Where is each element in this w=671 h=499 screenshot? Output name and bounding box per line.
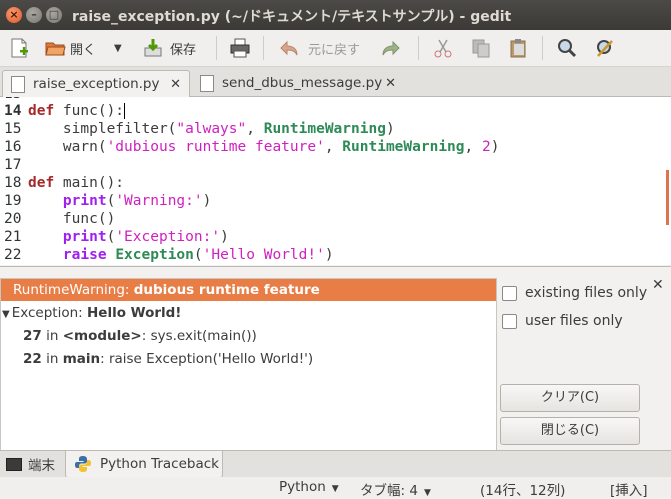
tab-label: send_dbus_message.py: [222, 75, 383, 91]
expander-triangle-icon[interactable]: ▼: [2, 309, 10, 320]
line-number: 17: [4, 157, 22, 173]
line-number: 21: [4, 229, 22, 245]
copy-button[interactable]: [470, 34, 492, 62]
chevron-down-icon: ▼: [331, 484, 339, 494]
line-number: 14: [4, 103, 22, 119]
line-number: 19: [4, 193, 22, 209]
code-line: 14 def func():: [0, 102, 126, 120]
tab-python-traceback[interactable]: Python Traceback: [65, 451, 223, 478]
line-number: 20: [4, 211, 22, 227]
warning-message: dubious runtime feature: [133, 282, 320, 298]
toolbar-separator: [418, 36, 419, 60]
window-maximize-button[interactable]: □: [46, 7, 62, 23]
scroll-position-marker[interactable]: [666, 170, 669, 225]
open-folder-icon: [45, 42, 66, 56]
user-files-only-checkbox[interactable]: user files only: [502, 313, 623, 329]
open-label: 開く: [70, 42, 97, 58]
bottom-panel-tabs: 端末 Python Traceback: [0, 450, 671, 478]
insert-mode: [挿入]: [610, 483, 648, 499]
checkbox-box[interactable]: [502, 285, 517, 301]
search-replace-button[interactable]: [594, 34, 616, 62]
toolbar-separator: [542, 36, 543, 60]
document-icon: [11, 75, 25, 93]
clipboard-icon: [510, 39, 526, 58]
close-panel-button[interactable]: 閉じる(C): [500, 417, 640, 445]
scissors-icon: [434, 39, 452, 58]
warning-type: RuntimeWarning:: [13, 282, 134, 298]
cut-button[interactable]: [432, 34, 454, 62]
traceback-list[interactable]: RuntimeWarning: dubious runtime feature …: [0, 278, 497, 452]
line-number: 16: [4, 139, 22, 155]
list-item-warning[interactable]: RuntimeWarning: dubious runtime feature: [1, 279, 496, 301]
code-editor[interactable]: 13 14def func(): 15 simplefilter("always…: [0, 97, 671, 265]
code-line: 20 func(): [0, 210, 115, 228]
list-item-frame[interactable]: 27 in <module>: sys.exit(main()): [1, 325, 496, 347]
chevron-down-icon: ▼: [114, 42, 122, 54]
tab-label: raise_exception.py: [33, 76, 160, 92]
undo-label: 元に戻す: [308, 42, 361, 58]
close-icon[interactable]: ✕: [385, 76, 396, 91]
exception-type: Exception:: [11, 305, 87, 321]
code-line: 21 print('Exception:'): [0, 228, 229, 246]
traceback-panel: RuntimeWarning: dubious runtime feature …: [0, 266, 671, 452]
exception-message: Hello World!: [86, 305, 182, 321]
document-icon: [200, 74, 214, 92]
code-line: 15 simplefilter("always", RuntimeWarning…: [0, 120, 395, 138]
search-icon: [558, 39, 577, 58]
search-button[interactable]: [556, 34, 578, 62]
code-line: 18 def main():: [0, 174, 124, 192]
tab-width-selector[interactable]: タブ幅: 4 ▼: [360, 479, 431, 499]
code-line: 17: [0, 156, 28, 174]
language-selector[interactable]: Python ▼: [279, 479, 339, 495]
save-icon: [144, 39, 162, 57]
print-icon: [230, 38, 250, 58]
toolbar-separator: [216, 36, 217, 60]
code-line: 19 print('Warning:'): [0, 192, 211, 210]
new-document-button[interactable]: [8, 34, 30, 62]
clear-button[interactable]: クリア(C): [500, 384, 640, 412]
redo-button[interactable]: [380, 34, 402, 62]
window-minimize-button[interactable]: –: [26, 7, 42, 23]
toolbar: 開く ▼ 保存 元に戻す: [0, 30, 671, 67]
status-bar: Python ▼ タブ幅: 4 ▼ (14行、12列) [挿入]: [0, 477, 671, 499]
copy-icon: [472, 39, 490, 58]
tab-send-dbus-message[interactable]: send_dbus_message.py ✕: [192, 70, 404, 96]
undo-button[interactable]: 元に戻す: [278, 34, 360, 62]
cursor-position: (14行、12列): [480, 483, 566, 499]
save-label: 保存: [170, 42, 197, 58]
line-number: 15: [4, 121, 22, 137]
window-close-button[interactable]: ×: [6, 7, 22, 23]
open-button[interactable]: 開く: [44, 34, 96, 62]
recent-files-dropdown[interactable]: ▼: [114, 34, 122, 62]
existing-files-only-checkbox[interactable]: existing files only: [502, 285, 647, 301]
close-icon[interactable]: ✕: [170, 77, 181, 92]
list-item-exception[interactable]: ▼ Exception: Hello World!: [1, 302, 496, 324]
paste-button[interactable]: [507, 34, 529, 62]
tab-raise-exception[interactable]: raise_exception.py ✕: [2, 70, 190, 97]
text-cursor: [124, 103, 126, 119]
tab-terminal[interactable]: 端末: [6, 451, 55, 477]
window-title: raise_exception.py (~/ドキュメント/テキストサンプル) -…: [72, 9, 512, 25]
undo-arrow-icon: [280, 40, 298, 56]
terminal-icon: [6, 457, 22, 471]
line-number: 18: [4, 175, 22, 191]
list-item-frame[interactable]: 22 in main: raise Exception('Hello World…: [1, 348, 496, 370]
find-replace-icon: [597, 40, 613, 57]
checkbox-box[interactable]: [502, 313, 517, 329]
title-bar: × – □ raise_exception.py (~/ドキュメント/テキストサ…: [0, 0, 671, 30]
python-logo-icon: [75, 456, 91, 472]
close-icon[interactable]: ✕: [652, 277, 664, 293]
code-line: 22 raise Exception('Hello World!'): [0, 246, 334, 264]
redo-arrow-icon: [382, 40, 400, 56]
code-line: 16 warn('dubious runtime feature', Runti…: [0, 138, 499, 156]
print-button[interactable]: [229, 34, 251, 62]
new-document-icon: [11, 38, 28, 58]
toolbar-separator: [263, 36, 264, 60]
line-number: 22: [4, 247, 22, 263]
save-button[interactable]: 保存: [142, 34, 196, 62]
document-tabs: raise_exception.py ✕ send_dbus_message.p…: [0, 67, 671, 97]
